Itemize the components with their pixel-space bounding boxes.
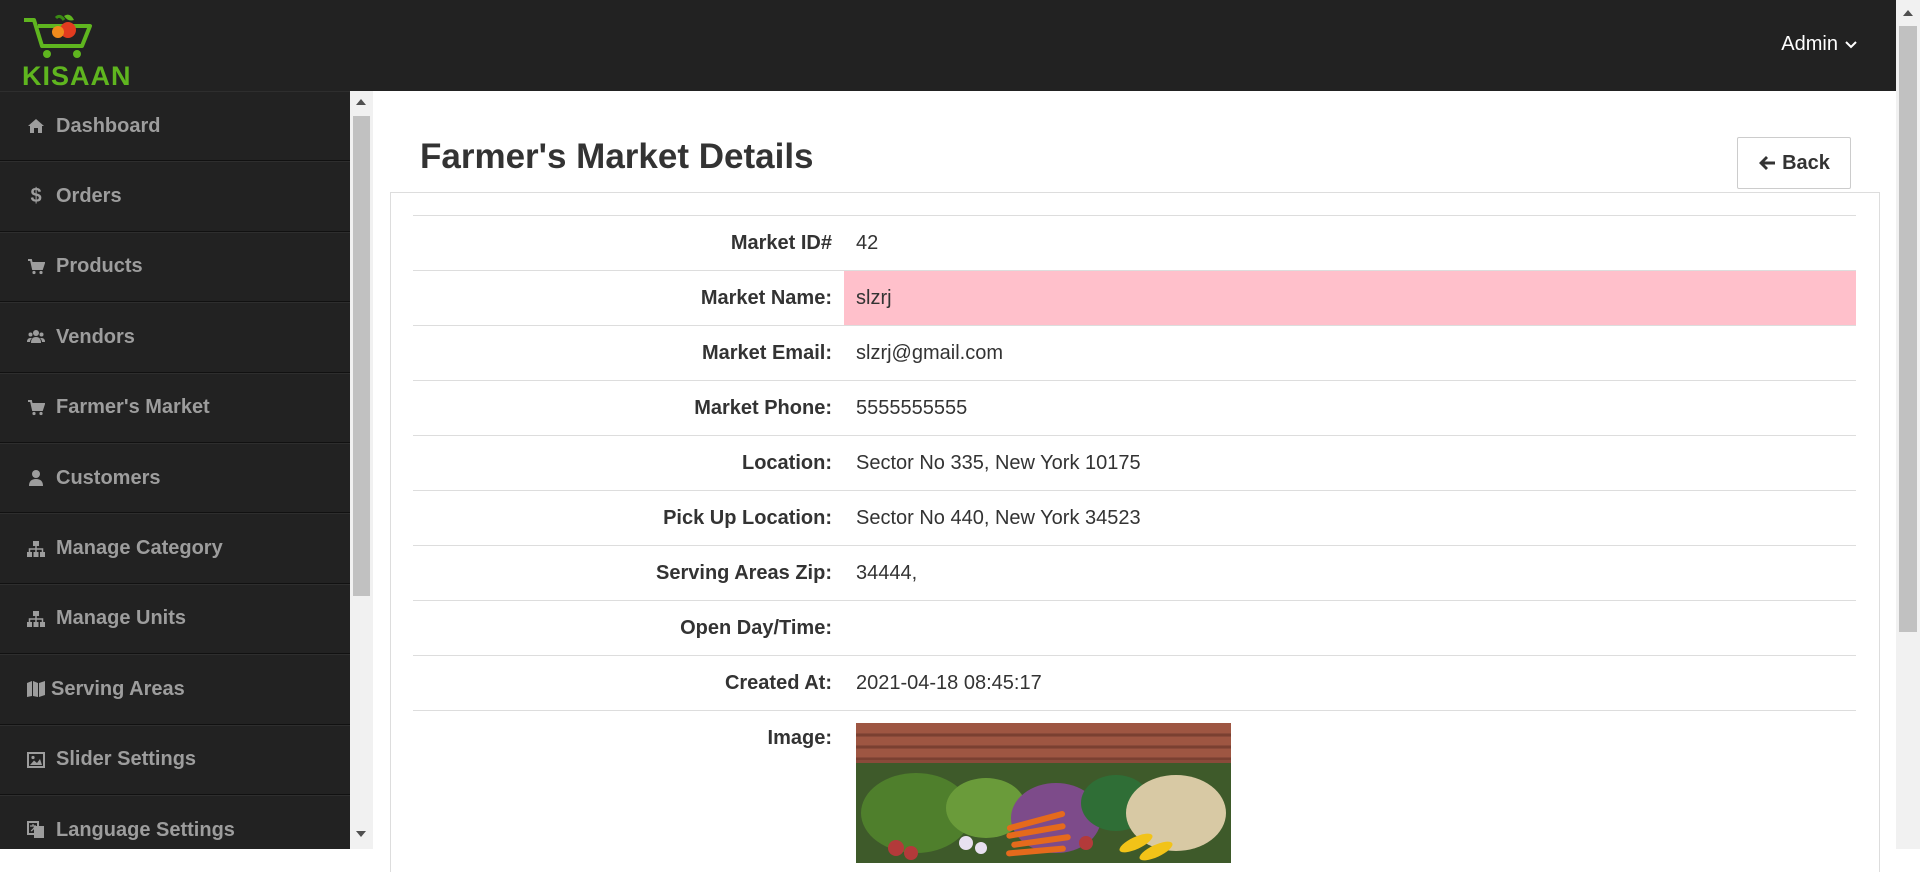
market-image [856,723,1231,863]
detail-label: Open Day/Time: [680,617,832,639]
sidebar-item-label: Language Settings [56,818,235,841]
sidebar-item-serving-areas[interactable]: Serving Areas [0,654,350,725]
detail-value: 42 [856,232,879,254]
cart-logo-icon [24,14,92,58]
kisaan-logo[interactable]: KISAAN [20,12,140,91]
detail-label: Market Phone: [694,397,832,419]
sidebar-item-label: Farmer's Market [56,396,210,419]
admin-user-menu[interactable]: Admin [1781,33,1858,56]
detail-value: Sector No 335, New York 10175 [856,452,1141,474]
cart-icon [25,398,47,418]
sidebar-item-label: Orders [56,185,122,208]
sidebar-item-label: Vendors [56,325,135,348]
dollar-icon: $ [30,185,42,208]
detail-value: Sector No 440, New York 34523 [856,507,1141,529]
detail-value: 5555555555 [856,397,968,419]
admin-label: Admin [1781,33,1838,55]
detail-value [844,711,1856,870]
sidebar-item-vendors[interactable]: Vendors [0,302,350,373]
logo-text: KISAAN [22,61,132,91]
sidebar-item-label: Customers [56,466,161,489]
sidebar-item-customers[interactable]: Customers [0,442,350,514]
users-icon [25,327,47,347]
sidebar-scrollbar-thumb[interactable] [353,116,370,596]
sidebar-item-orders[interactable]: $ Orders [0,161,350,232]
detail-row-location: Location: Sector No 335, New York 10175 [413,435,1856,490]
sitemap-icon [25,609,47,629]
page-title: Farmer's Market Details [420,137,814,176]
sidebar-item-products[interactable]: Products [0,231,350,303]
sidebar-item-label: Manage Category [56,537,223,560]
sidebar-scroll-down-icon[interactable] [356,831,366,837]
detail-label: Pick Up Location: [663,507,832,529]
top-navbar: KISAAN Admin [0,0,1896,91]
sidebar-item-manage-units[interactable]: Manage Units [0,583,350,655]
detail-row-pickup-location: Pick Up Location: Sector No 440, New Yor… [413,490,1856,545]
sidebar-item-label: Products [56,255,143,278]
page-scrollbar-thumb[interactable] [1899,26,1917,632]
language-icon [25,820,47,840]
chevron-down-icon [1845,40,1857,48]
detail-value: 2021-04-18 08:45:17 [856,672,1042,694]
page-scroll-up-icon[interactable] [1903,10,1913,16]
user-icon [25,468,47,488]
sidebar-item-slider-settings[interactable]: Slider Settings [0,724,350,795]
detail-row-image: Image: [413,710,1856,870]
sidebar-item-farmers-market[interactable]: Farmer's Market [0,372,350,443]
sidebar-item-label: Serving Areas [51,677,185,700]
detail-label: Market Email: [701,342,832,364]
detail-row-market-phone: Market Phone: 5555555555 [413,380,1856,435]
detail-label: Location: [742,452,832,474]
back-button[interactable]: Back [1737,137,1851,189]
arrow-left-icon [1759,156,1776,170]
sidebar-item-manage-category[interactable]: Manage Category [0,513,350,584]
back-button-label: Back [1782,151,1830,174]
detail-value: 34444, [856,562,918,584]
sidebar-scroll-up-icon[interactable] [356,99,366,105]
detail-row-created-at: Created At: 2021-04-18 08:45:17 [413,655,1856,710]
detail-row-open-day-time: Open Day/Time: [413,600,1856,655]
sidebar-item-label: Manage Units [56,607,187,630]
detail-label: Image: [767,727,832,749]
sidebar-item-label: Dashboard [56,114,161,137]
detail-label: Market Name: [700,287,832,309]
detail-value: slzrj [844,271,1856,325]
detail-label: Market ID# [730,232,832,254]
home-icon [25,116,47,136]
sidebar-item-language-settings[interactable]: Language Settings [0,794,350,849]
detail-value: slzrj@gmail.com [856,342,1003,364]
detail-row-market-email: Market Email: slzrj@gmail.com [413,325,1856,380]
detail-value [844,601,1856,655]
detail-row-market-id: Market ID# 42 [413,215,1856,270]
cart-icon [25,257,47,277]
detail-label: Created At: [724,672,832,694]
main-content: Farmer's Market Details Back Market ID# … [373,91,1896,872]
sidebar-item-label: Slider Settings [56,748,197,771]
detail-row-market-name: Market Name: slzrj [413,270,1856,325]
detail-label: Serving Areas Zip: [656,562,832,584]
detail-row-serving-zip: Serving Areas Zip: 34444, [413,545,1856,600]
sitemap-icon [25,539,47,559]
details-table: Market ID# 42 Market Name: slzrj Market … [413,215,1856,870]
sidebar: Dashboard $ Orders Products Vendors Farm… [0,91,350,849]
map-icon [25,679,47,699]
sidebar-item-dashboard[interactable]: Dashboard [0,91,350,162]
image-icon [25,750,47,770]
